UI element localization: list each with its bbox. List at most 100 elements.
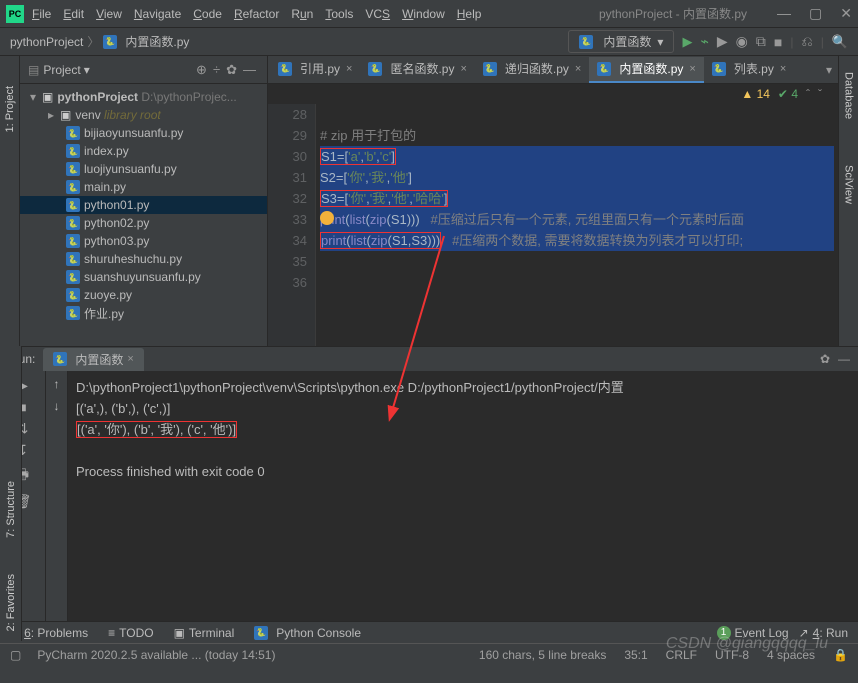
menu-tools[interactable]: Tools <box>325 7 353 21</box>
checks-icon[interactable]: ✔ 4 <box>778 87 798 101</box>
code-editor[interactable]: # zip 用于打包的 S1=['a','b','c'] S2=['你','我'… <box>316 104 838 346</box>
chevron-icon[interactable]: ˇ <box>818 87 822 101</box>
tree-root-label: pythonProject <box>57 90 138 104</box>
run-button[interactable]: ▶ <box>682 34 692 50</box>
maximize-button[interactable]: ▢ <box>809 5 822 22</box>
console-line: [('a',), ('b',), ('c',)] <box>76 398 850 419</box>
project-tree[interactable]: ▾▣ pythonProject D:\pythonProjec... ▸▣ v… <box>20 84 267 326</box>
chevron-down-icon: ▾ <box>657 35 663 49</box>
left-lower-tool-strip: 7: Structure 2: Favorites <box>0 346 22 641</box>
tree-file[interactable]: 🐍suanshuyunsuanfu.py <box>20 268 267 286</box>
editor-tab[interactable]: 🐍匿名函数.py× <box>360 57 474 83</box>
menu-vcs[interactable]: VCS <box>365 7 390 21</box>
close-icon[interactable]: × <box>575 63 581 75</box>
pycharm-logo-icon: PC <box>6 5 24 23</box>
structure-tool-button[interactable]: 7: Structure <box>5 481 17 538</box>
tabs-dropdown-icon[interactable]: ▾ <box>826 63 832 77</box>
settings-icon[interactable]: ✿ <box>226 62 237 78</box>
menu-refactor[interactable]: Refactor <box>234 7 279 21</box>
close-button[interactable]: ✕ <box>840 5 852 22</box>
close-icon[interactable]: × <box>460 63 466 75</box>
todo-tool-button[interactable]: ≡TODO <box>108 626 153 640</box>
menu-window[interactable]: Window <box>402 7 445 21</box>
up-icon[interactable]: ↑ <box>54 377 60 391</box>
close-icon[interactable]: × <box>127 353 133 365</box>
menu-help[interactable]: Help <box>457 7 482 21</box>
project-tool-button[interactable]: 1: Project <box>4 86 16 132</box>
editor-tab[interactable]: 🐍递归函数.py× <box>475 57 589 83</box>
breadcrumb: pythonProject 〉 🐍 内置函数.py <box>10 33 189 50</box>
tree-project-root[interactable]: ▾▣ pythonProject D:\pythonProjec... <box>20 88 267 106</box>
tree-file[interactable]: 🐍bijiaoyunsuanfu.py <box>20 124 267 142</box>
concurrency-button[interactable]: ⧉ <box>756 33 766 50</box>
left-tool-strip: 1: Project <box>0 56 20 346</box>
python-icon: 🐍 <box>579 35 593 49</box>
close-icon[interactable]: × <box>780 63 786 75</box>
status-chars: 160 chars, 5 line breaks <box>479 648 606 662</box>
favorites-tool-button[interactable]: 2: Favorites <box>5 574 17 631</box>
tree-file[interactable]: 🐍zuoye.py <box>20 286 267 304</box>
console-output[interactable]: D:\pythonProject1\pythonProject\venv\Scr… <box>68 371 858 621</box>
editor-tab[interactable]: 🐍列表.py× <box>704 57 794 83</box>
target-icon[interactable]: ⊕ <box>196 62 207 78</box>
title-bar: PC File Edit View Navigate Code Refactor… <box>0 0 858 28</box>
menu-navigate[interactable]: Navigate <box>134 7 181 21</box>
run-configuration-select[interactable]: 🐍 内置函数 ▾ <box>568 30 674 53</box>
tree-file[interactable]: 🐍luojiyunsuanfu.py <box>20 160 267 178</box>
chevron-right-icon: 〉 <box>87 33 99 50</box>
collapse-icon[interactable]: ÷ <box>213 62 220 77</box>
status-icon[interactable]: ▢ <box>10 648 21 662</box>
crumb-project[interactable]: pythonProject <box>10 35 83 49</box>
status-lock-icon[interactable]: 🔒 <box>833 648 848 662</box>
minimize-button[interactable]: — <box>777 5 791 22</box>
menu-edit[interactable]: Edit <box>63 7 84 21</box>
tree-file[interactable]: 🐍python03.py <box>20 232 267 250</box>
chevron-icon[interactable]: ˆ <box>806 87 810 101</box>
database-tool-button[interactable]: Database <box>843 56 855 119</box>
warnings-icon[interactable]: ▲ 14 <box>741 87 770 101</box>
crumb-file[interactable]: 内置函数.py <box>125 33 189 50</box>
chevron-down-icon[interactable]: ▾ <box>84 63 90 77</box>
hide-icon[interactable]: — <box>243 62 256 77</box>
tree-file[interactable]: 🐍shuruheshuchu.py <box>20 250 267 268</box>
profile-button[interactable]: ◉ <box>736 33 748 50</box>
settings-icon[interactable]: ✿ <box>820 352 830 366</box>
run-config-label: 内置函数 <box>603 33 651 50</box>
project-view-label[interactable]: Project <box>43 63 80 77</box>
run-tabs-bar: Run: 🐍 内置函数 × ✿ — <box>0 347 858 371</box>
search-everywhere-button[interactable]: 🔍 <box>832 34 848 50</box>
menu-view[interactable]: View <box>96 7 122 21</box>
close-icon[interactable]: × <box>689 63 695 75</box>
editor-tab-active[interactable]: 🐍内置函数.py× <box>589 57 703 83</box>
python-file-icon: 🐍 <box>103 35 117 49</box>
bulb-icon[interactable] <box>320 211 334 225</box>
tree-file-selected[interactable]: 🐍python01.py <box>20 196 267 214</box>
status-message[interactable]: PyCharm 2020.2.5 available ... (today 14… <box>37 648 275 662</box>
close-icon[interactable]: × <box>346 63 352 75</box>
status-cursor[interactable]: 35:1 <box>624 648 647 662</box>
tree-file[interactable]: 🐍python02.py <box>20 214 267 232</box>
tree-file[interactable]: 🐍index.py <box>20 142 267 160</box>
tree-file[interactable]: 🐍main.py <box>20 178 267 196</box>
run-panel: Run: 🐍 内置函数 × ✿ — ▶ ■ ⇅ ↧ 🖶 🗑 ↑ ↓ D:\pyt… <box>0 346 858 621</box>
editor-tab[interactable]: 🐍引用.py× <box>270 57 360 83</box>
down-icon[interactable]: ↓ <box>54 399 60 413</box>
vcs-button[interactable]: ⎌ <box>801 33 812 50</box>
editor-tabs: 🐍引用.py× 🐍匿名函数.py× 🐍递归函数.py× 🐍内置函数.py× 🐍列… <box>268 56 838 84</box>
menu-run[interactable]: Run <box>291 7 313 21</box>
sciview-tool-button[interactable]: SciView <box>843 149 855 204</box>
right-tool-strip: Database SciView <box>838 56 858 346</box>
python-console-button[interactable]: 🐍Python Console <box>254 626 361 640</box>
menu-code[interactable]: Code <box>193 7 222 21</box>
window-controls: — ▢ ✕ <box>777 5 852 22</box>
tree-file[interactable]: 🐍作业.py <box>20 304 267 322</box>
window-title: pythonProject - 内置函数.py <box>599 5 747 22</box>
terminal-tool-button[interactable]: ▣Terminal <box>174 626 235 640</box>
tree-venv[interactable]: ▸▣ venv library root <box>20 106 267 124</box>
menu-file[interactable]: File <box>32 7 51 21</box>
debug-button[interactable]: ⌁ <box>700 33 708 50</box>
run-tab[interactable]: 🐍 内置函数 × <box>43 348 143 371</box>
stop-button[interactable]: ■ <box>774 34 782 50</box>
coverage-button[interactable]: ▶ <box>717 33 728 50</box>
hide-icon[interactable]: — <box>838 352 850 366</box>
